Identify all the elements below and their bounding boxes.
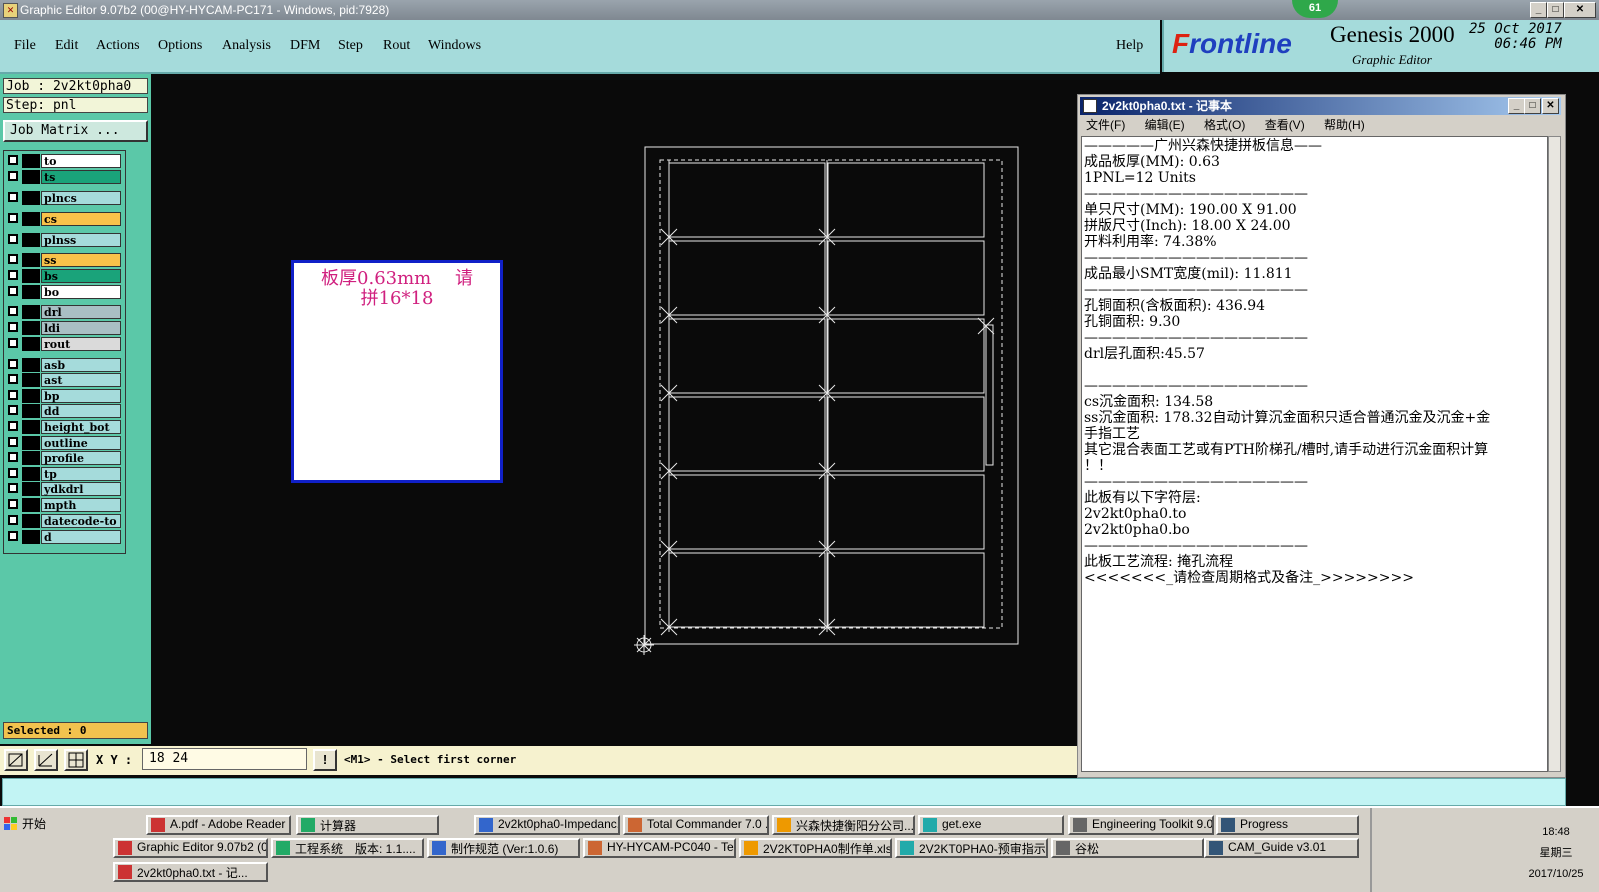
- taskbar-button[interactable]: 制作规范 (Ver:1.0.6): [427, 838, 580, 858]
- zoom-area-icon: [8, 753, 23, 767]
- notepad-line: 2v2kt0pha0.bo: [1084, 522, 1190, 538]
- notepad-menu-bar: 文件(F) 编辑(E) 格式(O) 查看(V) 帮助(H): [1080, 116, 1561, 134]
- app-icon: [1073, 818, 1087, 832]
- tool-row: X Y : 18 24 ! <M1> - Select first corner: [0, 746, 1078, 775]
- status-message: <M1> - Select first corner: [344, 753, 517, 766]
- taskbar-button[interactable]: get.exe: [918, 815, 1064, 835]
- notepad-line: ————————————————: [1084, 282, 1308, 298]
- notepad-line: cs沉金面积: 134.58: [1084, 394, 1214, 410]
- taskbar-button[interactable]: 2v2kt0pha0-Impedanc...: [474, 815, 620, 835]
- notepad-line: ————————————————: [1084, 186, 1308, 202]
- notepad-menu-view[interactable]: 查看(V): [1265, 118, 1305, 132]
- notepad-line: ————————————————: [1084, 250, 1308, 266]
- xy-input[interactable]: 18 24: [142, 748, 307, 770]
- notepad-line: [1084, 362, 1545, 378]
- side-slot: [985, 324, 994, 466]
- notepad-title: 2v2kt0pha0.txt - 记事本: [1102, 99, 1233, 113]
- app-icon: [1056, 841, 1070, 855]
- measure-button[interactable]: [34, 749, 58, 771]
- notepad-line: <<<<<<<_请检查周期格式及备注_>>>>>>>>: [1084, 570, 1414, 586]
- command-line[interactable]: [2, 778, 1566, 806]
- notepad-title-bar: 2v2kt0pha0.txt - 记事本: [1080, 97, 1561, 115]
- taskbar-button[interactable]: 2V2KT0PHA0-预审指示...: [895, 838, 1048, 858]
- notepad-line: 其它混合表面工艺或有PTH阶梯孔/槽时,请手动进行沉金面积计算: [1084, 442, 1489, 458]
- notepad-line: ！！: [1084, 458, 1112, 474]
- notepad-line: ————————————————: [1084, 538, 1308, 554]
- notepad-scrollbar[interactable]: [1548, 136, 1561, 772]
- system-tray: 18:48 星期三 2017/10/25: [1370, 808, 1599, 892]
- notepad-line: 手指工艺: [1084, 426, 1140, 442]
- grid-icon: [68, 752, 84, 768]
- notepad-menu-help[interactable]: 帮助(H): [1324, 118, 1365, 132]
- taskbar-button[interactable]: 2V2KT0PHA0制作单.xls...: [739, 838, 892, 858]
- notepad-line: ————————————————: [1084, 330, 1308, 346]
- app-icon: [923, 818, 937, 832]
- notepad-line: 孔铜面积(含板面积): 436.94: [1084, 298, 1266, 314]
- notepad-maximize-button[interactable]: □: [1524, 98, 1541, 114]
- notepad-line: 开料利用率: 74.38%: [1084, 234, 1217, 250]
- notepad-menu-file[interactable]: 文件(F): [1086, 118, 1125, 132]
- app-icon: [432, 841, 446, 855]
- taskbar-button[interactable]: A.pdf - Adobe Reader: [146, 815, 291, 835]
- notepad-line: ————————————————: [1084, 474, 1308, 490]
- taskbar-button[interactable]: 2v2kt0pha0.txt - 记...: [113, 862, 268, 882]
- notepad-line: 单只尺寸(MM): 190.00 X 91.00: [1084, 202, 1297, 218]
- taskbar-button[interactable]: HY-HYCAM-PC040 - Tea...: [583, 838, 736, 858]
- notepad-line: 孔铜面积: 9.30: [1084, 314, 1181, 330]
- xy-label: X Y :: [96, 753, 133, 767]
- notepad-line: ————————————————: [1084, 378, 1308, 394]
- app-icon: [276, 841, 290, 855]
- thickness-note: 板厚0.63mm 请 拼16*18: [291, 260, 503, 483]
- notepad-text-area[interactable]: —————广州兴森快捷拼板信息—— 成品板厚(MM): 0.63 1PNL=12 U…: [1081, 136, 1548, 772]
- origin-marker: [634, 635, 654, 655]
- taskbar-button[interactable]: 兴森快捷衡阳分公司...: [772, 815, 915, 835]
- start-button[interactable]: 开始: [2, 812, 100, 836]
- app-icon: [118, 841, 132, 855]
- snap-grid-button[interactable]: [64, 749, 88, 771]
- zoom-area-button[interactable]: [4, 749, 28, 771]
- taskbar-button[interactable]: Progress: [1216, 815, 1359, 835]
- app-icon: [777, 818, 791, 832]
- notepad-line: 拼版尺寸(Inch): 18.00 X 24.00: [1084, 218, 1291, 234]
- notepad-line: 此板工艺流程: 掩孔流程: [1084, 554, 1234, 570]
- measure-icon: [38, 753, 53, 767]
- notepad-icon: [1083, 99, 1097, 113]
- taskbar-button[interactable]: Engineering Toolkit 9.0...: [1068, 815, 1214, 835]
- panel-outline: [644, 146, 1019, 645]
- app-icon: [744, 841, 758, 855]
- taskbar-button[interactable]: 谷松: [1051, 838, 1204, 858]
- taskbar-button[interactable]: Total Commander 7.0 ...: [623, 815, 769, 835]
- app-icon: [588, 841, 602, 855]
- notepad-close-button[interactable]: ✕: [1542, 98, 1559, 114]
- taskbar: 开始 18:48 星期三 2017/10/25 A.pdf - Adobe Re…: [0, 806, 1599, 892]
- panel-dashed-border: [659, 159, 1003, 629]
- taskbar-button[interactable]: 工程系统 版本: 1.1....: [271, 838, 424, 858]
- notepad-menu-format[interactable]: 格式(O): [1204, 118, 1245, 132]
- notepad-minimize-button[interactable]: _: [1508, 98, 1525, 114]
- app-icon: [1209, 841, 1223, 855]
- notepad-menu-edit[interactable]: 编辑(E): [1145, 118, 1185, 132]
- app-icon: [479, 818, 493, 832]
- notepad-line: —————广州兴森快捷拼板信息——: [1084, 138, 1322, 154]
- notepad-window: 2v2kt0pha0.txt - 记事本 _ □ ✕ 文件(F) 编辑(E) 格…: [1077, 94, 1566, 778]
- notepad-line: 成品板厚(MM): 0.63: [1084, 154, 1220, 170]
- notepad-line: ss沉金面积: 178.32自动计算沉金面积只适合普通沉金及沉金+金: [1084, 410, 1491, 426]
- windows-logo-icon: [4, 817, 17, 830]
- notepad-line: 此板有以下字符层:: [1084, 490, 1201, 506]
- notepad-line: 成品最小SMT宽度(mil): 11.811: [1084, 266, 1293, 282]
- app-icon: [628, 818, 642, 832]
- taskbar-button[interactable]: Graphic Editor 9.07b2 (0...: [113, 838, 268, 858]
- app-icon: [1221, 818, 1235, 832]
- taskbar-button[interactable]: 计算器: [296, 815, 439, 835]
- warning-button[interactable]: !: [313, 749, 337, 771]
- notepad-line: 2v2kt0pha0.to: [1084, 506, 1187, 522]
- clock[interactable]: 18:48 星期三 2017/10/25: [1511, 822, 1599, 885]
- app-icon: [151, 818, 165, 832]
- app-icon: [301, 818, 315, 832]
- app-icon: [118, 865, 132, 879]
- notepad-line: 1PNL=12 Units: [1084, 170, 1196, 186]
- taskbar-button[interactable]: CAM_Guide v3.01: [1204, 838, 1359, 858]
- notepad-line: drl层孔面积:45.57: [1084, 346, 1205, 362]
- app-icon: [900, 841, 914, 855]
